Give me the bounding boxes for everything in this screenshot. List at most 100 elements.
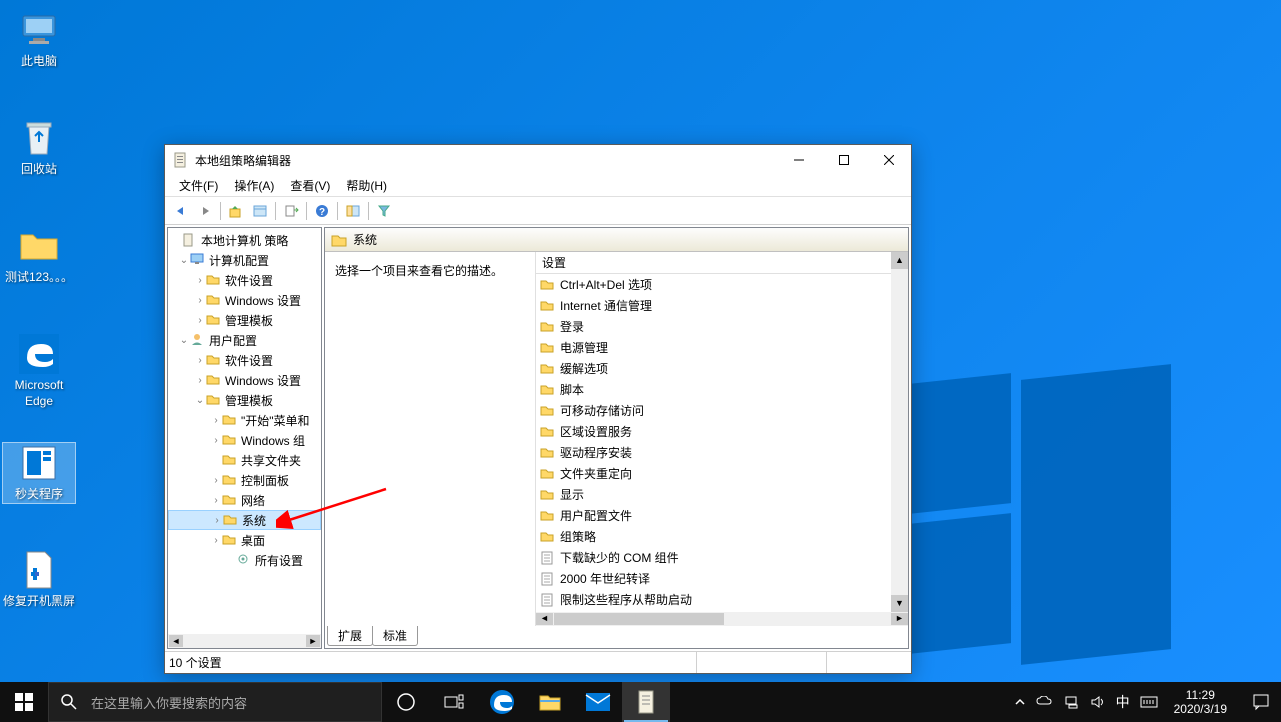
tab-standard[interactable]: 标准 [372, 626, 418, 646]
menu-file[interactable]: 文件(F) [171, 175, 226, 196]
task-view[interactable] [430, 682, 478, 722]
tray-volume-icon[interactable] [1090, 695, 1106, 709]
tree-user-config[interactable]: ⌄ 用户配置 [168, 330, 321, 350]
item-label: 文件夹重定向 [560, 465, 632, 482]
tray-network-icon[interactable] [1064, 695, 1080, 709]
scroll-right-icon[interactable]: ► [306, 635, 320, 647]
task-explorer[interactable] [526, 682, 574, 722]
desktop-icon-test-folder[interactable]: 测试123。。。 [2, 226, 76, 286]
show-hide-button[interactable] [341, 200, 365, 222]
tree-node-共享文件夹[interactable]: 共享文件夹 [168, 450, 321, 470]
mail-icon [585, 692, 611, 712]
tray-chevron-up-icon[interactable] [1014, 697, 1026, 707]
menu-view[interactable]: 查看(V) [282, 175, 338, 196]
desktop-icon-recycle-bin[interactable]: 回收站 [2, 118, 76, 178]
list-item[interactable]: 用户配置文件 [536, 505, 908, 526]
list-item[interactable]: 限制这些程序从帮助启动 [536, 589, 908, 610]
item-label: Ctrl+Alt+Del 选项 [560, 276, 652, 293]
menu-action[interactable]: 操作(A) [226, 175, 282, 196]
policy-icon [182, 233, 198, 247]
list-item[interactable]: 显示 [536, 484, 908, 505]
tree-node-Windows 组[interactable]: › Windows 组 [168, 430, 321, 450]
list-item[interactable]: 下载缺少的 COM 组件 [536, 547, 908, 568]
tray-keyboard-icon[interactable] [1140, 696, 1158, 708]
node-label: 计算机配置 [209, 252, 269, 269]
desktop-icon-fix-boot[interactable]: 修复开机黑屏 [2, 550, 76, 610]
item-label: 可移动存储访问 [560, 402, 644, 419]
list-item[interactable]: 2000 年世纪转译 [536, 568, 908, 589]
task-gpedit[interactable] [622, 682, 670, 722]
desktop-icon-edge[interactable]: Microsoft Edge [2, 334, 76, 409]
item-label: 组策略 [560, 528, 596, 545]
tree-computer-config[interactable]: ⌄ 计算机配置 [168, 250, 321, 270]
search-input[interactable]: 在这里输入你要搜索的内容 [48, 682, 382, 722]
folder-icon [222, 413, 238, 427]
item-label: Internet 通信管理 [560, 297, 652, 314]
forward-button[interactable] [193, 200, 217, 222]
list-item[interactable]: 缓解选项 [536, 358, 908, 379]
close-button[interactable] [866, 145, 911, 175]
tree-node[interactable]: › 软件设置 [168, 350, 321, 370]
tray-onedrive-icon[interactable] [1036, 696, 1054, 708]
scroll-up-icon[interactable]: ▲ [891, 252, 908, 269]
hscrollbar[interactable]: ◄ ► [536, 612, 908, 626]
back-button[interactable] [169, 200, 193, 222]
tree-all-settings[interactable]: 所有设置 [168, 550, 321, 570]
start-button[interactable] [0, 682, 48, 722]
folder-icon [538, 692, 562, 712]
task-edge[interactable] [478, 682, 526, 722]
tree-node[interactable]: › Windows 设置 [168, 290, 321, 310]
task-mail[interactable] [574, 682, 622, 722]
scroll-left-icon[interactable]: ◄ [536, 613, 553, 625]
tray-ime[interactable]: 中 [1116, 692, 1130, 712]
scroll-right-icon[interactable]: ► [891, 613, 908, 625]
properties-button[interactable] [248, 200, 272, 222]
minimize-button[interactable] [776, 145, 821, 175]
tree-node-[interactable]: › "开始"菜单和 [168, 410, 321, 430]
tree-admin-templates[interactable]: ⌄ 管理模板 [168, 390, 321, 410]
help-button[interactable]: ? [310, 200, 334, 222]
tree-node[interactable]: › Windows 设置 [168, 370, 321, 390]
list-item[interactable]: 登录 [536, 316, 908, 337]
vscrollbar[interactable]: ▲ ▼ [891, 252, 908, 612]
tree-node-桌面[interactable]: › 桌面 [168, 530, 321, 550]
scroll-left-icon[interactable]: ◄ [169, 635, 183, 647]
view-tabs: 扩展 标准 [325, 626, 908, 648]
scroll-down-icon[interactable]: ▼ [891, 595, 908, 612]
task-cortana[interactable] [382, 682, 430, 722]
list-item[interactable]: 驱动程序安装 [536, 442, 908, 463]
desktop-icon-close-app[interactable]: 秒关程序 [2, 442, 76, 504]
list-item[interactable]: 可移动存储访问 [536, 400, 908, 421]
export-button[interactable] [279, 200, 303, 222]
titlebar[interactable]: 本地组策略编辑器 [165, 145, 911, 175]
up-button[interactable] [224, 200, 248, 222]
list-item[interactable]: Internet 通信管理 [536, 295, 908, 316]
tree-hscrollbar[interactable]: ◄ ► [168, 634, 321, 648]
folder-icon [222, 433, 238, 447]
tree-node[interactable]: › 管理模板 [168, 310, 321, 330]
computer-icon [190, 253, 206, 267]
list-item[interactable]: 电源管理 [536, 337, 908, 358]
pc-icon [19, 10, 59, 50]
scroll-thumb[interactable] [554, 613, 724, 625]
list-item[interactable]: Ctrl+Alt+Del 选项 [536, 274, 908, 295]
maximize-button[interactable] [821, 145, 866, 175]
desktop-icon-this-pc[interactable]: 此电脑 [2, 10, 76, 70]
action-center[interactable] [1241, 682, 1281, 722]
clock[interactable]: 11:29 2020/3/19 [1168, 688, 1233, 717]
tree-node-控制面板[interactable]: › 控制面板 [168, 470, 321, 490]
tree-node-网络[interactable]: › 网络 [168, 490, 321, 510]
folder-icon [19, 226, 59, 266]
tree-node[interactable]: › 软件设置 [168, 270, 321, 290]
menu-help[interactable]: 帮助(H) [338, 175, 395, 196]
tree-root[interactable]: 本地计算机 策略 [168, 230, 321, 250]
column-header-settings[interactable]: 设置 [536, 252, 908, 274]
filter-button[interactable] [372, 200, 396, 222]
list-item[interactable]: 文件夹重定向 [536, 463, 908, 484]
list-item[interactable]: 区域设置服务 [536, 421, 908, 442]
list-item[interactable]: 组策略 [536, 526, 908, 547]
list-item[interactable]: 脚本 [536, 379, 908, 400]
node-label: Windows 设置 [225, 292, 301, 309]
tree-node-系统[interactable]: › 系统 [168, 510, 321, 530]
tab-extended[interactable]: 扩展 [327, 626, 373, 646]
